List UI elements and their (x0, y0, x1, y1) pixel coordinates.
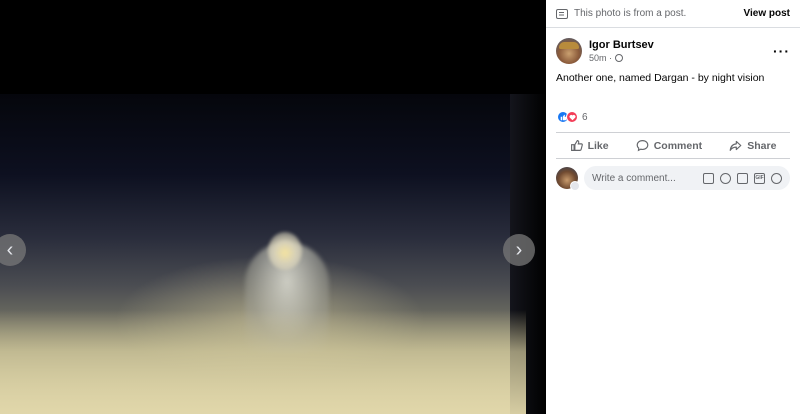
comment-label: Comment (653, 139, 703, 152)
sticker-icon[interactable] (703, 172, 714, 184)
post-caption: Another one, named Dargan - by night vis… (556, 72, 765, 84)
author-avatar[interactable] (556, 38, 582, 64)
comment-button[interactable]: Comment (636, 139, 702, 152)
photo-figure-head (268, 232, 302, 270)
globe-icon (615, 54, 624, 62)
share-button[interactable]: Share (729, 139, 776, 152)
like-button[interactable]: Like (570, 139, 609, 152)
photo-viewer: ‹ › (0, 0, 546, 414)
chevron-right-icon: › (515, 238, 523, 261)
love-reaction-icon (566, 111, 578, 123)
like-icon (570, 140, 583, 151)
avatar-sticker-icon[interactable] (771, 172, 782, 184)
comment-placeholder: Write a comment... (592, 172, 676, 184)
document-icon (556, 8, 568, 19)
photo-fog (0, 310, 526, 414)
photo-notice-bar: This photo is from a post. View post (546, 0, 800, 28)
post-panel: This photo is from a post. View post Igo… (546, 0, 800, 414)
more-icon[interactable]: ··· (773, 43, 790, 59)
emoji-icon[interactable] (720, 172, 731, 184)
post-actions: Like Comment Share (556, 132, 790, 159)
author-name[interactable]: Igor Burtsev (589, 39, 654, 51)
next-photo-button[interactable]: › (503, 234, 535, 266)
notice-text: This photo is from a post. (574, 8, 687, 19)
camera-icon[interactable] (737, 172, 748, 184)
reaction-count: 6 (582, 111, 588, 123)
post-timestamp[interactable]: 50m · (589, 53, 654, 63)
timestamp-text: 50m · (589, 53, 613, 63)
view-post-link[interactable]: View post (744, 8, 791, 19)
avatar-icon[interactable] (556, 167, 580, 191)
reactions-summary[interactable]: 6 (546, 111, 800, 123)
comment-composer: Write a comment... GIF (546, 159, 800, 191)
chevron-left-icon: ‹ (6, 238, 14, 261)
share-icon (729, 140, 742, 151)
like-label: Like (587, 139, 609, 152)
share-label: Share (747, 139, 777, 152)
comment-icon (636, 140, 649, 152)
comment-input[interactable]: Write a comment... GIF (584, 166, 790, 190)
gif-icon[interactable]: GIF (754, 172, 765, 184)
post-header: Igor Burtsev 50m · ··· (546, 28, 800, 64)
